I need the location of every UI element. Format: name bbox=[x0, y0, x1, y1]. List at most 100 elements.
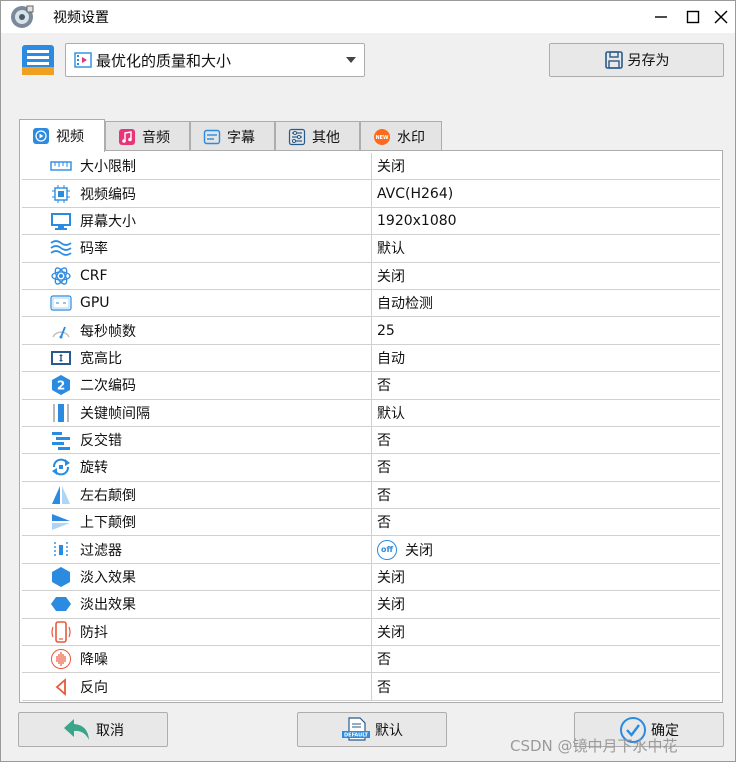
setting-label: 关键帧间隔 bbox=[80, 405, 150, 422]
setting-value: 否 bbox=[377, 679, 391, 696]
video-settings-dialog: 视频设置 最优化的质量和大小 另存为 视频 音频 字幕 其他 NEW 水印 大小… bbox=[0, 0, 736, 762]
setting-value: 关闭 bbox=[377, 597, 405, 614]
setting-value-cell[interactable]: 否 bbox=[372, 427, 720, 453]
default-label: 默认 bbox=[375, 722, 403, 739]
setting-label: 防抖 bbox=[80, 624, 108, 641]
setting-value-cell[interactable]: 默认 bbox=[372, 400, 720, 426]
fps-icon bbox=[50, 320, 72, 342]
setting-label: CRF bbox=[80, 267, 108, 284]
table-row[interactable]: 码率 默认 bbox=[22, 235, 720, 263]
flip-vertical-icon bbox=[50, 511, 72, 533]
table-row[interactable]: 降噪 否 bbox=[22, 646, 720, 674]
table-row[interactable]: 大小限制 关闭 bbox=[22, 153, 720, 181]
wave-icon bbox=[50, 237, 72, 259]
setting-label: 反向 bbox=[80, 679, 108, 696]
table-row[interactable]: 每秒帧数 25 bbox=[22, 317, 720, 345]
tab-video[interactable]: 视频 bbox=[19, 119, 105, 152]
table-row[interactable]: CRF 关闭 bbox=[22, 262, 720, 290]
setting-value-cell[interactable]: 关闭 bbox=[372, 564, 720, 590]
setting-value-cell[interactable]: 否 bbox=[372, 372, 720, 398]
setting-value-cell[interactable]: 关闭 bbox=[372, 591, 720, 617]
default-document-icon: DEFAULT bbox=[341, 716, 371, 744]
floppy-disk-icon bbox=[604, 50, 624, 70]
table-row[interactable]: 反交错 否 bbox=[22, 426, 720, 455]
setting-value: 默认 bbox=[377, 405, 405, 422]
setting-value-cell[interactable]: off 关闭 bbox=[372, 536, 720, 562]
chevron-down-icon bbox=[346, 57, 356, 63]
table-row[interactable]: 上下颠倒 否 bbox=[22, 509, 720, 537]
preset-list-icon bbox=[19, 41, 57, 79]
setting-value-cell[interactable]: 否 bbox=[372, 673, 720, 699]
cancel-button[interactable]: 取消 bbox=[18, 712, 168, 747]
table-row[interactable]: 防抖 关闭 bbox=[22, 618, 720, 647]
table-row[interactable]: 旋转 否 bbox=[22, 454, 720, 482]
setting-label: GPU bbox=[80, 295, 110, 312]
ruler-icon bbox=[50, 155, 72, 177]
setting-value: 关闭 bbox=[377, 159, 405, 176]
table-row[interactable]: 反向 否 bbox=[22, 673, 720, 701]
table-row[interactable]: 屏幕大小 1920x1080 bbox=[22, 207, 720, 236]
table-row[interactable]: 宽高比 自动 bbox=[22, 344, 720, 373]
subtitle-icon bbox=[203, 128, 221, 146]
setting-label: 视频编码 bbox=[80, 186, 136, 203]
preset-dropdown[interactable]: 最优化的质量和大小 bbox=[65, 43, 365, 77]
setting-label: 淡入效果 bbox=[80, 570, 136, 587]
setting-value-cell[interactable]: 关闭 bbox=[372, 619, 720, 645]
setting-value-cell[interactable]: 关闭 bbox=[372, 263, 720, 289]
setting-value: 25 bbox=[377, 322, 395, 339]
preset-selected-value: 最优化的质量和大小 bbox=[96, 51, 232, 70]
chip-icon bbox=[50, 183, 72, 205]
setting-value-cell[interactable]: 否 bbox=[372, 454, 720, 480]
tab-watermark[interactable]: NEW 水印 bbox=[360, 121, 442, 151]
setting-value-cell[interactable]: 否 bbox=[372, 482, 720, 508]
setting-label: 上下颠倒 bbox=[80, 515, 136, 532]
filter-icon bbox=[50, 539, 72, 561]
setting-value-cell[interactable]: 1920x1080 bbox=[372, 208, 720, 234]
setting-value: 否 bbox=[377, 487, 391, 504]
setting-value-cell[interactable]: 关闭 bbox=[372, 153, 720, 179]
setting-label: 大小限制 bbox=[80, 159, 136, 176]
settings-table: 大小限制 关闭 视频编码 AVC(H264) 屏幕大小 1920x1080 码率… bbox=[19, 150, 723, 703]
setting-value-cell[interactable]: 自动检测 bbox=[372, 290, 720, 316]
setting-value: 自动 bbox=[377, 350, 405, 367]
app-logo-icon bbox=[9, 4, 35, 30]
table-row[interactable]: 视频编码 AVC(H264) bbox=[22, 180, 720, 208]
setting-value-cell[interactable]: 自动 bbox=[372, 345, 720, 371]
stabilize-icon bbox=[50, 621, 72, 643]
two-pass-icon: 2 bbox=[50, 374, 72, 396]
setting-label: 旋转 bbox=[80, 460, 108, 477]
table-row[interactable]: 2 二次编码 否 bbox=[22, 372, 720, 400]
tab-other[interactable]: 其他 bbox=[275, 121, 360, 151]
setting-value-cell[interactable]: 25 bbox=[372, 317, 720, 343]
monitor-icon bbox=[50, 210, 72, 232]
table-row[interactable]: 关键帧间隔 默认 bbox=[22, 399, 720, 427]
tab-subtitle[interactable]: 字幕 bbox=[190, 121, 275, 151]
csdn-watermark: CSDN @镜中月下水中花 bbox=[510, 737, 678, 755]
save-as-button[interactable]: 另存为 bbox=[549, 43, 724, 77]
setting-value-cell[interactable]: 默认 bbox=[372, 235, 720, 261]
default-button[interactable]: DEFAULT 默认 bbox=[297, 712, 447, 747]
setting-label: 码率 bbox=[80, 241, 108, 258]
table-row[interactable]: 左右颠倒 否 bbox=[22, 481, 720, 510]
deinterlace-icon bbox=[50, 429, 72, 451]
table-row[interactable]: GPU 自动检测 bbox=[22, 289, 720, 318]
title-bar: 视频设置 bbox=[1, 1, 735, 33]
tab-audio[interactable]: 音频 bbox=[105, 121, 190, 151]
setting-value: AVC(H264) bbox=[377, 185, 454, 202]
setting-label: 过滤器 bbox=[80, 542, 122, 559]
close-button[interactable] bbox=[709, 5, 733, 29]
setting-value-cell[interactable]: 否 bbox=[372, 646, 720, 672]
setting-value-cell[interactable]: AVC(H264) bbox=[372, 180, 720, 206]
table-row[interactable]: 过滤器 off 关闭 bbox=[22, 536, 720, 564]
music-icon bbox=[118, 128, 136, 146]
setting-label: 淡出效果 bbox=[80, 597, 136, 614]
aspect-icon bbox=[50, 347, 72, 369]
setting-label: 宽高比 bbox=[80, 350, 122, 367]
tab-label: 音频 bbox=[142, 129, 170, 146]
table-row[interactable]: 淡入效果 关闭 bbox=[22, 563, 720, 592]
tab-label: 水印 bbox=[397, 129, 425, 146]
maximize-button[interactable] bbox=[681, 5, 705, 29]
minimize-button[interactable] bbox=[649, 5, 673, 29]
table-row[interactable]: 淡出效果 关闭 bbox=[22, 591, 720, 619]
setting-value-cell[interactable]: 否 bbox=[372, 509, 720, 535]
